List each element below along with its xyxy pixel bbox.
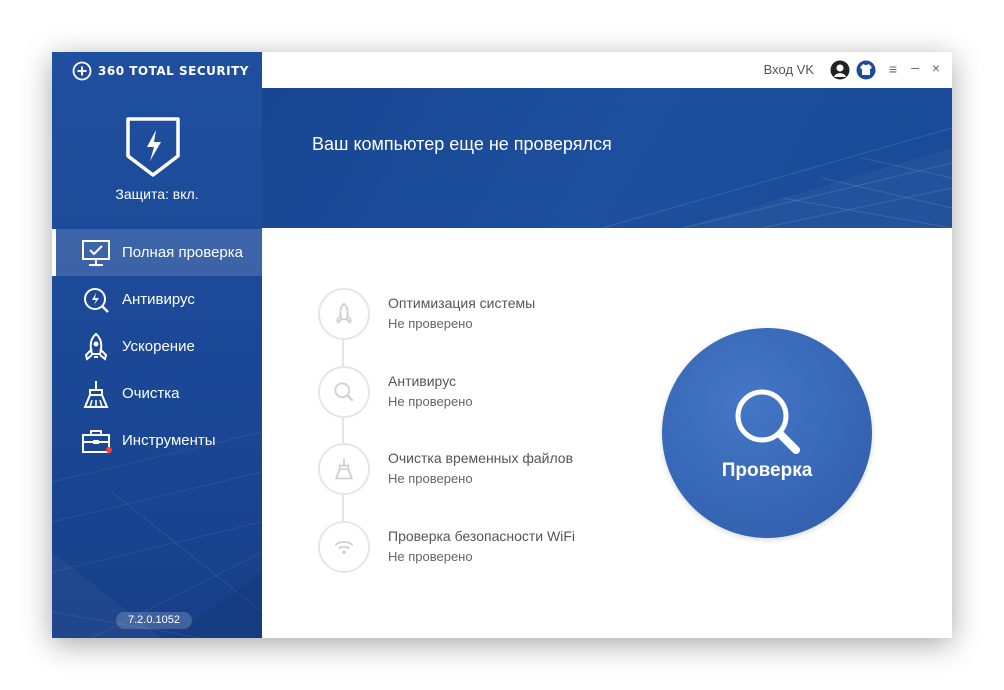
check-circle <box>318 366 370 418</box>
sidebar-item-speedup[interactable]: Ускорение <box>52 323 262 370</box>
check-item-wifi-security: Проверка безопасности WiFi Не проверено <box>318 521 638 573</box>
check-status: Не проверено <box>388 394 473 409</box>
app-logo: 360 TOTAL SECURITY <box>72 61 249 81</box>
version-badge: 7.2.0.1052 <box>116 612 192 629</box>
status-banner: Ваш компьютер еще не проверялся <box>262 88 952 228</box>
check-circle <box>318 443 370 495</box>
timeline-connector <box>342 313 344 545</box>
close-icon[interactable]: × <box>932 60 940 76</box>
check-circle <box>318 521 370 573</box>
sidebar-item-label: Антивирус <box>122 291 195 308</box>
check-item-temp-cleanup: Очистка временных файлов Не проверено <box>318 443 638 495</box>
scan-button[interactable]: Проверка <box>662 328 872 538</box>
sidebar-item-tools[interactable]: Инструменты <box>52 417 262 464</box>
notification-badge <box>106 446 112 453</box>
sidebar: 360 TOTAL SECURITY Защита: вкл. Полная п… <box>52 52 262 638</box>
sidebar-item-full-scan[interactable]: Полная проверка <box>52 229 262 276</box>
logo-text: 360 TOTAL SECURITY <box>98 64 249 78</box>
scan-button-label: Проверка <box>721 460 813 481</box>
minimize-icon[interactable]: – <box>911 59 919 75</box>
check-title: Очистка временных файлов <box>388 450 574 466</box>
banner-title: Ваш компьютер еще не проверялся <box>312 134 612 154</box>
banner-background-pattern <box>601 127 952 228</box>
rocket-icon <box>336 302 352 325</box>
sidebar-item-label: Очистка <box>122 385 180 402</box>
check-item-antivirus: Антивирус Не проверено <box>318 366 638 418</box>
skin-shirt-icon[interactable] <box>856 60 876 80</box>
scan-overview: Оптимизация системы Не проверено Антивир… <box>262 228 952 638</box>
protection-status: Защита: вкл. <box>115 186 199 202</box>
search-icon <box>735 389 800 454</box>
sidebar-item-cleanup[interactable]: Очистка <box>52 370 262 417</box>
title-bar: Вход VK ≡ – × <box>262 52 952 88</box>
check-title: Оптимизация системы <box>388 295 536 311</box>
check-circle <box>318 288 370 340</box>
app-window: 360 TOTAL SECURITY Защита: вкл. Полная п… <box>52 52 952 638</box>
check-item-system-optimization: Оптимизация системы Не проверено <box>318 288 638 340</box>
broom-icon <box>80 378 112 410</box>
check-status: Не проверено <box>388 471 473 486</box>
check-title: Проверка безопасности WiFi <box>388 528 575 544</box>
sidebar-item-label: Инструменты <box>122 432 216 449</box>
magnifier-icon <box>334 382 354 402</box>
shield-bolt-icon <box>126 117 180 177</box>
check-title: Антивирус <box>388 373 457 389</box>
sidebar-item-antivirus[interactable]: Антивирус <box>52 276 262 323</box>
sidebar-item-label: Полная проверка <box>122 244 243 261</box>
toolbox-icon <box>80 425 112 457</box>
sidebar-item-label: Ускорение <box>122 338 195 355</box>
check-status: Не проверено <box>388 316 473 331</box>
user-avatar-icon[interactable] <box>830 60 850 80</box>
sidebar-nav: Полная проверка Антивирус Ускорение Очис… <box>52 229 262 464</box>
check-status: Не проверено <box>388 549 473 564</box>
monitor-check-icon <box>80 237 112 269</box>
menu-icon[interactable]: ≡ <box>889 61 897 77</box>
broom-icon <box>334 458 354 480</box>
vk-login-link[interactable]: Вход VK <box>764 62 814 77</box>
plus-circle-logo-icon <box>72 61 92 81</box>
antivirus-icon <box>80 284 112 316</box>
rocket-icon <box>80 331 112 363</box>
wifi-icon <box>334 541 354 554</box>
